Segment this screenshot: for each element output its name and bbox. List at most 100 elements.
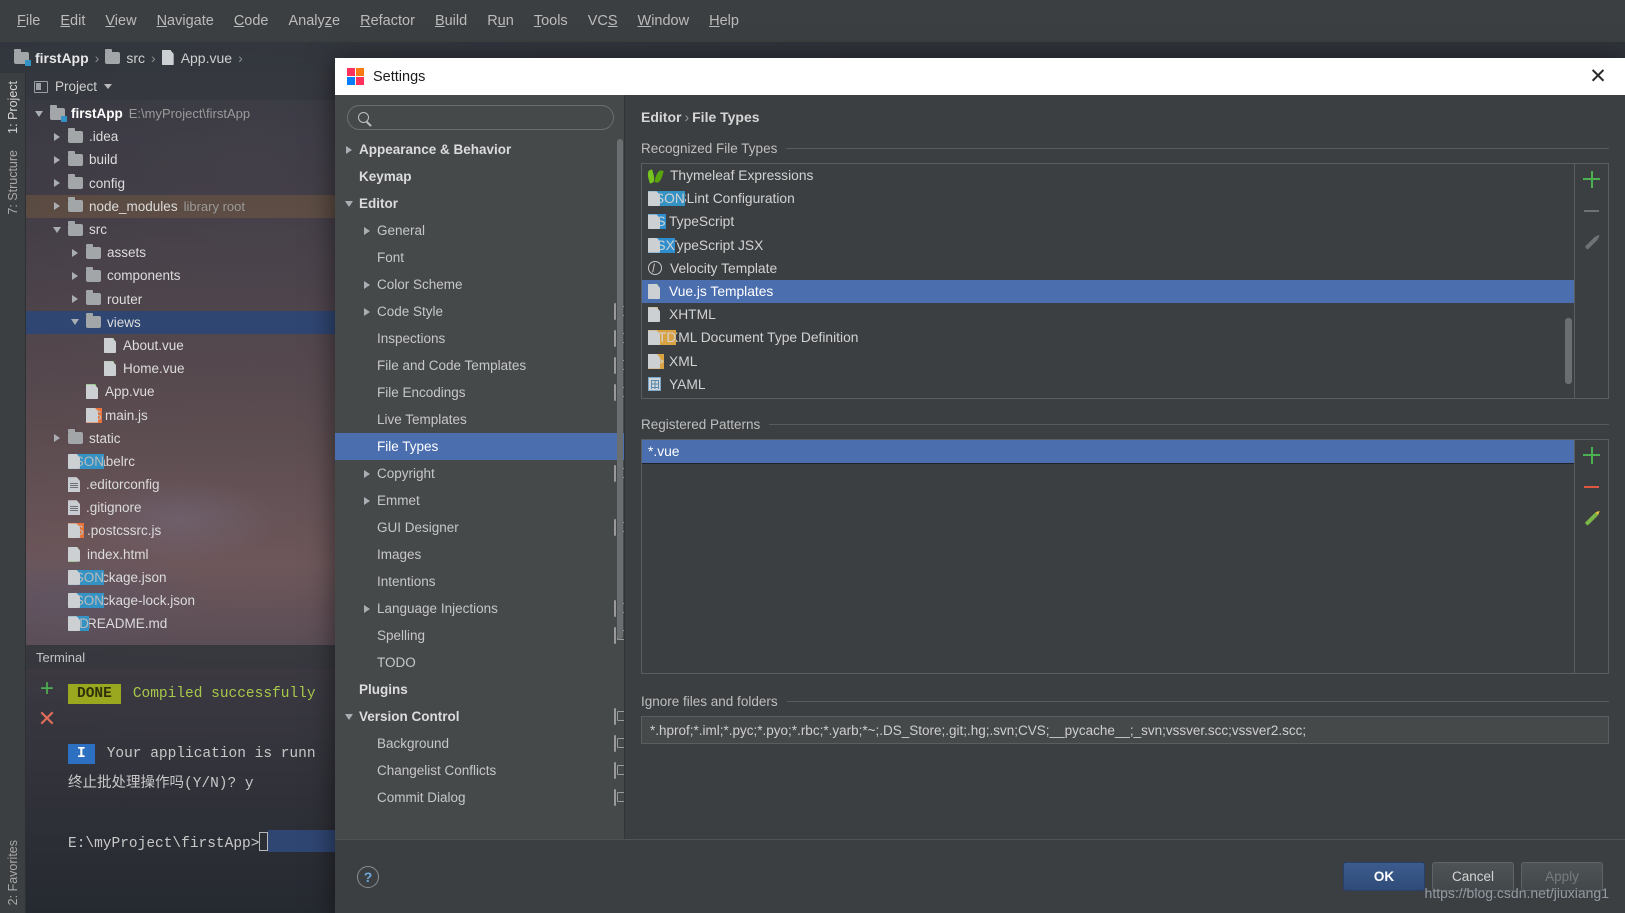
apply-button[interactable]: Apply — [1521, 862, 1603, 891]
new-terminal-session-icon[interactable]: + — [40, 681, 54, 697]
project-tree-row[interactable]: JSmain.js — [26, 403, 335, 426]
file-type-row[interactable]: DTDXML Document Type Definition — [642, 326, 1574, 349]
copy-settings-icon[interactable] — [614, 601, 616, 616]
breadcrumb-item-src[interactable]: src — [101, 50, 149, 66]
settings-item-images[interactable]: Images — [335, 541, 624, 568]
project-tree-row[interactable]: HApp.vue — [26, 380, 335, 403]
project-tree-row[interactable]: HHome.vue — [26, 357, 335, 380]
project-tree-row[interactable]: MDREADME.md — [26, 612, 335, 635]
settings-item-font[interactable]: Font — [335, 244, 624, 271]
remove-file-type-button[interactable] — [1582, 201, 1602, 221]
edit-pattern-button[interactable] — [1582, 509, 1602, 529]
settings-item-live-templates[interactable]: Live Templates — [335, 406, 624, 433]
edit-file-type-button[interactable] — [1582, 233, 1602, 253]
tree-toggle[interactable] — [52, 227, 62, 233]
project-tree-row[interactable]: build — [26, 148, 335, 171]
file-types-scrollbar[interactable] — [1565, 318, 1572, 384]
close-icon[interactable]: ✕ — [1583, 62, 1613, 92]
tree-toggle[interactable] — [339, 714, 359, 720]
project-tree-row[interactable]: HAbout.vue — [26, 334, 335, 357]
settings-item-emmet[interactable]: Emmet — [335, 487, 624, 514]
tree-toggle[interactable] — [357, 605, 377, 613]
tree-toggle[interactable] — [52, 133, 62, 141]
settings-item-file-encodings[interactable]: File Encodings — [335, 379, 624, 406]
copy-settings-icon[interactable] — [614, 763, 616, 778]
project-tree-row[interactable]: static — [26, 427, 335, 450]
settings-item-changelist-conflicts[interactable]: Changelist Conflicts — [335, 757, 624, 784]
copy-settings-icon[interactable] — [614, 385, 616, 400]
copy-settings-icon[interactable] — [614, 709, 616, 724]
registered-patterns-list[interactable]: *.vue — [641, 439, 1575, 674]
menu-item-code[interactable]: Code — [225, 9, 278, 33]
breadcrumb-item-firstapp[interactable]: firstApp — [10, 50, 93, 66]
project-tree-row[interactable]: firstAppE:\myProject\firstApp — [26, 102, 335, 125]
settings-tree[interactable]: Appearance & BehaviorKeymapEditorGeneral… — [335, 136, 624, 839]
settings-tree-scrollbar[interactable] — [617, 139, 623, 639]
file-type-row[interactable]: TSXTypeScript JSX — [642, 234, 1574, 257]
settings-item-spelling[interactable]: Spelling — [335, 622, 624, 649]
settings-item-editor[interactable]: Editor — [335, 190, 624, 217]
copy-settings-icon[interactable] — [614, 466, 616, 481]
breadcrumb-item-appvue[interactable]: HApp.vue — [158, 50, 236, 66]
chevron-down-icon[interactable] — [104, 84, 112, 89]
menu-item-run[interactable]: Run — [478, 9, 523, 33]
search-input[interactable] — [376, 110, 603, 125]
ok-button[interactable]: OK — [1343, 862, 1425, 891]
copy-settings-icon[interactable] — [614, 358, 616, 373]
project-tree-row[interactable]: JSON.babelrc — [26, 450, 335, 473]
tree-toggle[interactable] — [52, 202, 62, 210]
settings-item-file-types[interactable]: File Types — [335, 433, 624, 460]
close-terminal-session-icon[interactable]: ✕ — [38, 711, 56, 727]
copy-settings-icon[interactable] — [614, 520, 616, 535]
tree-toggle[interactable] — [70, 295, 80, 303]
project-tree-row[interactable]: config — [26, 172, 335, 195]
project-tree-row[interactable]: JSONpackage.json — [26, 566, 335, 589]
settings-item-code-style[interactable]: Code Style — [335, 298, 624, 325]
project-tree-row[interactable]: Hindex.html — [26, 543, 335, 566]
recognized-file-types-list[interactable]: Thymeleaf ExpressionsJSONTSLint Configur… — [641, 163, 1575, 399]
file-type-row[interactable]: HXHTML — [642, 303, 1574, 326]
project-tree-row[interactable]: .gitignore — [26, 496, 335, 519]
menu-item-edit[interactable]: Edit — [51, 9, 94, 33]
tree-toggle[interactable] — [339, 146, 359, 154]
tree-toggle[interactable] — [357, 227, 377, 235]
tree-toggle[interactable] — [357, 308, 377, 316]
project-tree-row[interactable]: components — [26, 264, 335, 287]
project-tree[interactable]: firstAppE:\myProject\firstApp.ideabuildc… — [26, 100, 335, 635]
settings-item-plugins[interactable]: Plugins — [335, 676, 624, 703]
menu-item-tools[interactable]: Tools — [525, 9, 577, 33]
file-type-row[interactable]: HVue.js Templates — [642, 280, 1574, 303]
settings-item-todo[interactable]: TODO — [335, 649, 624, 676]
settings-search-box[interactable] — [347, 105, 614, 130]
menu-item-build[interactable]: Build — [426, 9, 476, 33]
menu-item-vcs[interactable]: VCS — [579, 9, 627, 33]
tree-toggle[interactable] — [52, 434, 62, 442]
project-tree-row[interactable]: .idea — [26, 125, 335, 148]
tree-toggle[interactable] — [70, 249, 80, 257]
copy-settings-icon[interactable] — [614, 628, 616, 643]
project-tree-row[interactable]: JS.postcssrc.js — [26, 519, 335, 542]
copy-settings-icon[interactable] — [614, 331, 616, 346]
settings-item-keymap[interactable]: Keymap — [335, 163, 624, 190]
menu-item-window[interactable]: Window — [629, 9, 699, 33]
file-type-row[interactable]: JSONTSLint Configuration — [642, 187, 1574, 210]
copy-settings-icon[interactable] — [614, 304, 616, 319]
settings-item-intentions[interactable]: Intentions — [335, 568, 624, 595]
tree-toggle[interactable] — [52, 156, 62, 164]
menu-item-analyze[interactable]: Analyze — [280, 9, 350, 33]
settings-item-appearance-behavior[interactable]: Appearance & Behavior — [335, 136, 624, 163]
menu-item-help[interactable]: Help — [700, 9, 748, 33]
settings-item-version-control[interactable]: Version Control — [335, 703, 624, 730]
file-type-row[interactable]: Velocity Template — [642, 257, 1574, 280]
copy-settings-icon[interactable] — [614, 736, 616, 751]
project-tree-row[interactable]: node_moduleslibrary root — [26, 195, 335, 218]
settings-item-inspections[interactable]: Inspections — [335, 325, 624, 352]
settings-item-general[interactable]: General — [335, 217, 624, 244]
settings-item-file-and-code-templates[interactable]: File and Code Templates — [335, 352, 624, 379]
file-type-row[interactable]: YAML — [642, 373, 1574, 396]
menu-item-refactor[interactable]: Refactor — [351, 9, 424, 33]
tree-toggle[interactable] — [339, 201, 359, 207]
tree-toggle[interactable] — [357, 470, 377, 478]
project-tree-row[interactable]: src — [26, 218, 335, 241]
menu-item-navigate[interactable]: Navigate — [148, 9, 223, 33]
